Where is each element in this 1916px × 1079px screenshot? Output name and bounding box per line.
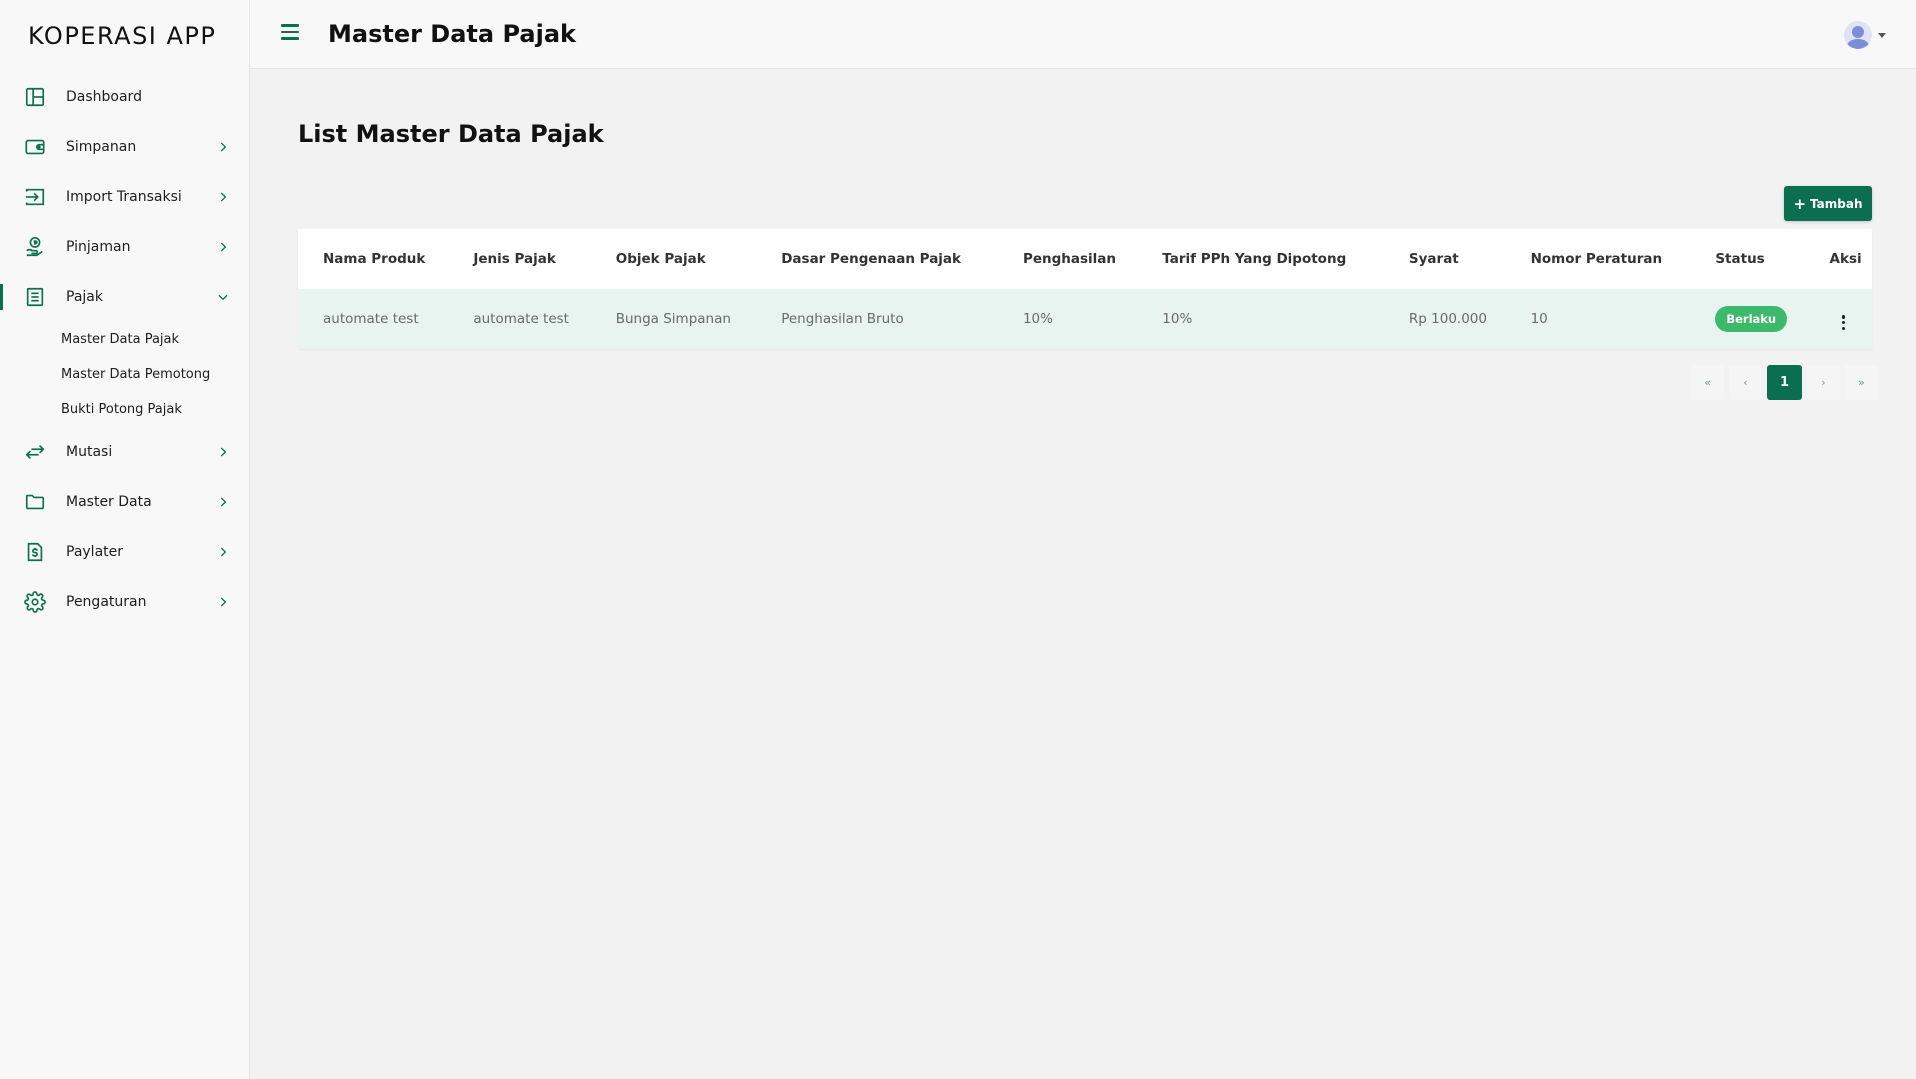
column-header: Jenis Pajak [473, 251, 556, 267]
cell-syarat: Rp 100.000 [1383, 289, 1506, 349]
pagination: « ‹ 1 › » [1686, 365, 1878, 400]
sidebar-item-pengaturan[interactable]: Pengaturan [0, 577, 250, 627]
chevron-right-icon [216, 594, 230, 608]
avatar [1844, 21, 1872, 49]
hamburger-menu-icon[interactable] [281, 24, 299, 42]
cell-objek-pajak: Bunga Simpanan [590, 289, 757, 349]
sidebar-item-label: Master Data [66, 494, 152, 510]
page-first-button[interactable]: « [1691, 365, 1724, 400]
chevron-right-icon [216, 189, 230, 203]
cell-aksi [1804, 289, 1872, 349]
sidebar-item-label: Mutasi [66, 444, 113, 460]
transfer-arrows-icon [24, 441, 46, 463]
sidebar-item-simpanan[interactable]: Simpanan [0, 122, 250, 172]
folder-icon [24, 491, 46, 513]
add-button[interactable]: + Tambah [1784, 186, 1872, 221]
submenu-item-bukti-potong-pajak[interactable]: Bukti Potong Pajak [61, 392, 250, 427]
sidebar-item-label: Simpanan [66, 139, 137, 155]
more-actions-icon[interactable] [1838, 314, 1850, 332]
page-prev-button[interactable]: ‹ [1729, 365, 1762, 400]
submenu-item-master-data-pajak[interactable]: Master Data Pajak [61, 322, 250, 357]
gear-icon [24, 591, 46, 613]
topbar: Master Data Pajak [250, 0, 1916, 69]
column-header: Nama Produk [323, 251, 426, 267]
sidebar-item-label: Import Transaksi [66, 189, 182, 205]
import-icon [24, 186, 46, 208]
layout-icon [24, 86, 46, 108]
cell-jenis-pajak: automate test [448, 289, 591, 349]
sidebar-item-label: Pajak [66, 289, 103, 305]
tax-table-card: Nama Produk Jenis Pajak Objek Pajak Dasa… [298, 229, 1872, 349]
tax-table: Nama Produk Jenis Pajak Objek Pajak Dasa… [298, 229, 1872, 349]
plus-icon: + [1793, 194, 1807, 213]
column-header: Syarat [1408, 251, 1459, 267]
content-title: List Master Data Pajak [298, 120, 604, 148]
column-header: Status [1715, 251, 1765, 267]
page-number-button[interactable]: 1 [1767, 365, 1802, 400]
status-badge: Berlaku [1715, 306, 1788, 332]
cell-dasar-pengenaan: Penghasilan Bruto [756, 289, 998, 349]
chevron-down-icon [216, 289, 230, 303]
sidebar-item-import-transaksi[interactable]: Import Transaksi [0, 172, 250, 222]
page-title: Master Data Pajak [328, 20, 576, 48]
sidebar-item-label: Paylater [66, 544, 124, 560]
chevron-right-icon [216, 494, 230, 508]
sidebar-item-paylater[interactable]: Paylater [0, 527, 250, 577]
table-header-row: Nama Produk Jenis Pajak Objek Pajak Dasa… [298, 229, 1872, 289]
document-list-icon [24, 286, 46, 308]
sidebar-item-label: Pengaturan [66, 594, 147, 610]
column-header: Objek Pajak [615, 251, 706, 267]
add-button-label: Tambah [1810, 196, 1863, 211]
cell-nama-produk: automate test [298, 289, 449, 349]
sidebar-nav: Dashboard Simpanan Import Transaksi Pinj… [0, 72, 250, 627]
sidebar-item-label: Dashboard [66, 89, 142, 105]
sidebar-item-mutasi[interactable]: Mutasi [0, 427, 250, 477]
cell-tarif: 10% [1137, 289, 1384, 349]
app-brand: KOPERASI APP [28, 22, 217, 50]
sidebar-item-pajak[interactable]: Pajak [0, 272, 250, 322]
sidebar-item-pinjaman[interactable]: Pinjaman [0, 222, 250, 272]
caret-down-icon [1878, 32, 1886, 38]
chevron-right-icon [216, 239, 230, 253]
chevron-right-icon [216, 544, 230, 558]
table-row[interactable]: automate test automate test Bunga Simpan… [298, 289, 1872, 349]
submenu-item-master-data-pemotong[interactable]: Master Data Pemotong [61, 357, 250, 392]
sidebar: KOPERASI APP Dashboard Simpanan Import T… [0, 0, 250, 1079]
page-next-button[interactable]: › [1807, 365, 1840, 400]
column-header: Penghasilan [1022, 251, 1117, 267]
cell-penghasilan: 10% [997, 289, 1138, 349]
sidebar-item-label: Pinjaman [66, 239, 131, 255]
chevron-right-icon [216, 444, 230, 458]
chevron-right-icon [216, 139, 230, 153]
dollar-file-icon [24, 541, 46, 563]
sidebar-item-dashboard[interactable]: Dashboard [0, 72, 250, 122]
wallet-icon [24, 136, 46, 158]
cell-nomor-peraturan: 10 [1505, 289, 1691, 349]
hand-coin-icon [24, 236, 46, 258]
page-last-button[interactable]: » [1845, 365, 1878, 400]
column-header: Tarif PPh Yang Dipotong [1162, 251, 1347, 267]
user-menu[interactable] [1844, 21, 1886, 49]
pajak-submenu: Master Data Pajak Master Data Pemotong B… [0, 322, 250, 427]
cell-status: Berlaku [1690, 289, 1805, 349]
column-header: Nomor Peraturan [1530, 251, 1663, 267]
sidebar-item-master-data[interactable]: Master Data [0, 477, 250, 527]
column-header: Dasar Pengenaan Pajak [781, 251, 962, 267]
column-header: Aksi [1829, 251, 1862, 267]
